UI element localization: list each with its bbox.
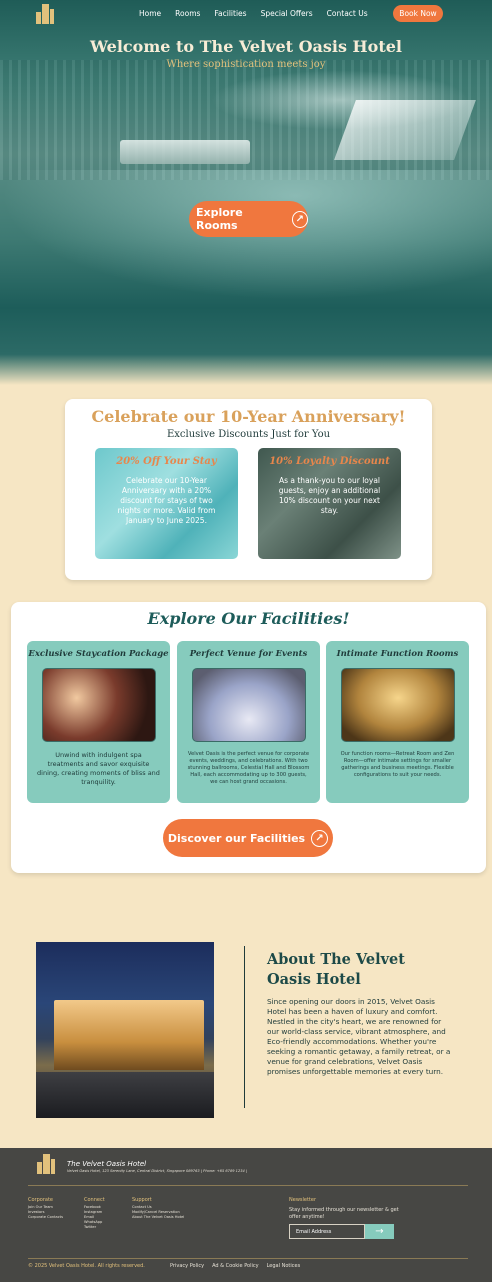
newsletter-text: Stay informed through our newsletter & g… xyxy=(289,1207,399,1220)
nav-home-link[interactable]: Home xyxy=(139,9,161,18)
cookie-policy-link[interactable]: Ad & Cookie Policy xyxy=(212,1263,259,1269)
nav-special-offers-link[interactable]: Special Offers xyxy=(261,9,313,18)
footer-legal-links: Privacy Policy Ad & Cookie Policy Legal … xyxy=(170,1263,300,1269)
about-divider xyxy=(244,946,245,1108)
hotel-exterior-image xyxy=(36,942,214,1118)
footer-col-connect: Connect Facebook Instagram Email WhatsAp… xyxy=(84,1197,105,1230)
offer-card-loyalty[interactable]: 10% Loyalty Discount As a thank-you to o… xyxy=(258,448,401,559)
arrow-up-right-icon: ↗ xyxy=(311,829,329,847)
hotel-driveway xyxy=(36,1072,214,1118)
facility-card-events[interactable]: Perfect Venue for Events Velvet Oasis is… xyxy=(177,641,320,803)
facility-card-text: Our function rooms—Retreat Room and Zen … xyxy=(340,751,455,778)
footer-col-corporate: Corporate Join Our Team Investors Corpor… xyxy=(28,1197,63,1220)
offer-text: As a thank-you to our loyal guests, enjo… xyxy=(278,476,381,515)
footer-col-support: Support Contact Us Modify/Cancel Reserva… xyxy=(132,1197,184,1220)
hero-reception-desk xyxy=(120,140,250,164)
nav-contact-link[interactable]: Contact Us xyxy=(327,9,368,18)
footer-col-heading: Connect xyxy=(84,1197,105,1203)
hero-section: Home Rooms Facilities Special Offers Con… xyxy=(0,0,492,385)
footer: The Velvet Oasis Hotel Velvet Oasis Hote… xyxy=(0,1148,492,1282)
anniversary-title: Celebrate our 10-Year Anniversary! xyxy=(91,407,406,426)
nav-rooms-link[interactable]: Rooms xyxy=(175,9,200,18)
facilities-section: Explore Our Facilities! Exclusive Stayca… xyxy=(11,602,486,873)
discover-facilities-label: Discover our Facilities xyxy=(167,831,306,845)
legal-notices-link[interactable]: Legal Notices xyxy=(267,1263,301,1269)
footer-col-heading: Support xyxy=(132,1197,152,1203)
facility-card-staycation[interactable]: Exclusive Staycation Package Unwind with… xyxy=(27,641,170,803)
nav-facilities-link[interactable]: Facilities xyxy=(214,9,246,18)
footer-copyright: © 2025 Velvet Oasis Hotel. All rights re… xyxy=(28,1263,145,1269)
facility-card-text: Velvet Oasis is the perfect venue for co… xyxy=(187,751,310,785)
facility-card-text: Unwind with indulgent spa treatments and… xyxy=(37,751,160,786)
footer-col-heading: Corporate xyxy=(28,1197,53,1203)
facility-card-title: Intimate Function Rooms xyxy=(336,649,459,659)
offer-card-20-off[interactable]: 20% Off Your Stay Celebrate our 10-Year … xyxy=(95,448,238,559)
facility-card-title: Exclusive Staycation Package xyxy=(28,649,169,659)
newsletter-submit-arrow-icon[interactable]: → xyxy=(365,1224,394,1239)
arrow-up-right-icon: ↗ xyxy=(291,210,308,228)
anniversary-card: Celebrate our 10-Year Anniversary! Exclu… xyxy=(65,399,432,580)
facility-card-title: Perfect Venue for Events xyxy=(189,649,308,659)
footer-hotel-name: The Velvet Oasis Hotel xyxy=(67,1160,147,1168)
offer-title: 20% Off Your Stay xyxy=(116,456,217,467)
footer-divider xyxy=(28,1185,468,1186)
explore-rooms-label: Explore Rooms xyxy=(196,206,243,232)
hero-title: Welcome to The Velvet Oasis Hotel xyxy=(90,37,402,56)
newsletter-heading: Newsletter xyxy=(289,1197,317,1203)
function-room-image xyxy=(341,668,455,742)
anniversary-subtitle: Exclusive Discounts Just for You xyxy=(166,429,331,440)
about-title: About The Velvet Oasis Hotel xyxy=(267,951,405,988)
privacy-policy-link[interactable]: Privacy Policy xyxy=(170,1263,204,1269)
footer-logo-icon[interactable] xyxy=(36,1154,56,1174)
footer-link[interactable]: Twitter xyxy=(84,1225,105,1230)
hero-subtitle: Where sophistication meets joy xyxy=(166,59,326,70)
newsletter-email-input[interactable] xyxy=(289,1224,365,1239)
about-text: Since opening our doors in 2015, Velvet … xyxy=(267,997,451,1076)
ballroom-image xyxy=(192,668,306,742)
offer-title: 10% Loyalty Discount xyxy=(269,456,390,467)
footer-link[interactable]: Corporate Contacts xyxy=(28,1215,63,1220)
top-nav: Home Rooms Facilities Special Offers Con… xyxy=(0,0,492,30)
offer-text: Celebrate our 10-Year Anniversary with a… xyxy=(117,476,216,525)
footer-divider xyxy=(28,1258,468,1259)
book-now-button[interactable]: Book Now xyxy=(393,5,443,22)
hero-canopy xyxy=(334,100,476,160)
spa-image xyxy=(42,668,156,742)
facility-card-function-rooms[interactable]: Intimate Function Rooms Our function roo… xyxy=(326,641,469,803)
footer-address: Velvet Oasis Hotel, 123 Serenity Lane, C… xyxy=(67,1169,248,1173)
discover-facilities-button[interactable]: Discover our Facilities ↗ xyxy=(163,819,333,857)
hotel-logo-icon[interactable] xyxy=(34,4,56,24)
nav-links: Home Rooms Facilities Special Offers Con… xyxy=(139,9,368,18)
explore-rooms-button[interactable]: Explore Rooms ↗ xyxy=(189,201,308,237)
hotel-building xyxy=(54,1000,204,1070)
footer-link[interactable]: About The Velvet Oasis Hotel xyxy=(132,1215,184,1220)
facilities-title: Explore Our Facilities! xyxy=(147,609,350,628)
